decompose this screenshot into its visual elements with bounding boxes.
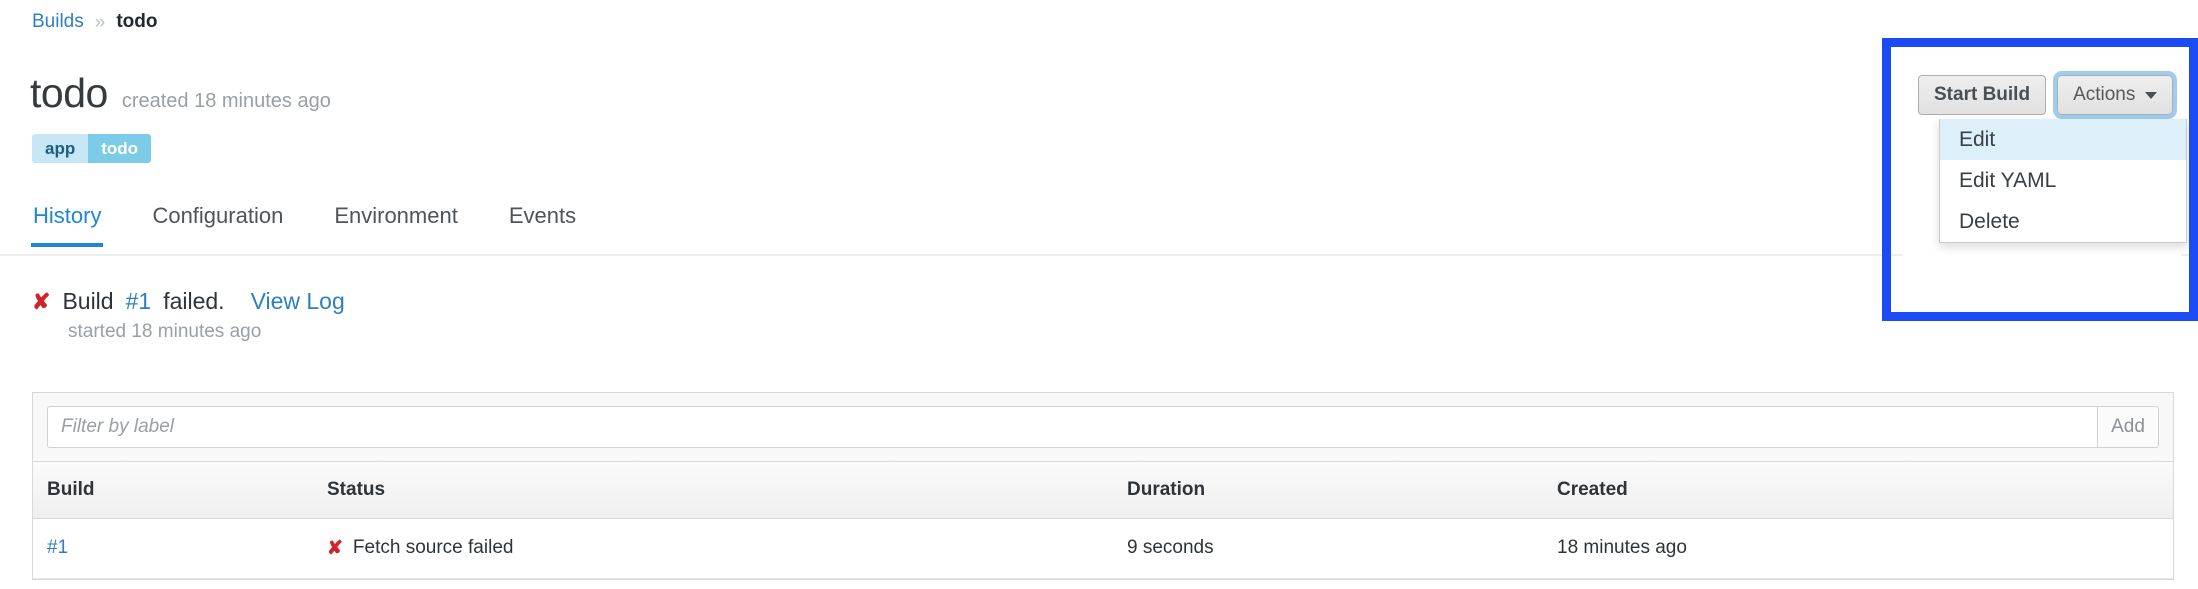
label-badge: app todo	[32, 134, 152, 163]
tab-bar: History Configuration Environment Events	[0, 203, 2198, 256]
tab-configuration[interactable]: Configuration	[150, 203, 285, 247]
build-started-timestamp: started 18 minutes ago	[68, 321, 262, 342]
cell-duration: 9 seconds	[1113, 518, 1543, 579]
x-mark-icon: ✘	[32, 288, 51, 314]
label-badge-key: app	[32, 134, 89, 163]
cell-build: #1	[33, 518, 313, 579]
table-row: #1 ✘ Fetch source failed 9 seconds 18 mi…	[33, 518, 2173, 579]
highlight-annotation-box	[1882, 38, 2198, 321]
tab-environment[interactable]: Environment	[332, 203, 460, 247]
cell-created: 18 minutes ago	[1543, 518, 2173, 579]
add-filter-button[interactable]: Add	[2097, 406, 2159, 448]
page-title-row: todo created 18 minutes ago	[30, 70, 331, 117]
breadcrumb: Builds » todo	[32, 11, 157, 33]
filter-bar: Add	[33, 393, 2173, 462]
page-created-timestamp: created 18 minutes ago	[121, 90, 331, 112]
x-mark-icon: ✘	[327, 537, 343, 559]
builds-panel: Add Build Status Duration Created #1	[32, 392, 2174, 580]
breadcrumb-current-todo: todo	[116, 11, 158, 32]
filter-by-label-input[interactable]	[47, 406, 2097, 448]
column-header-duration[interactable]: Duration	[1113, 462, 1543, 519]
build-status-prefix: Build	[62, 288, 114, 314]
build-status-number-link[interactable]: #1	[126, 288, 152, 315]
label-badge-value: todo	[88, 134, 152, 163]
build-link[interactable]: #1	[47, 537, 68, 558]
build-status-suffix: failed.	[163, 288, 225, 314]
column-header-status[interactable]: Status	[313, 462, 1113, 519]
cell-status: ✘ Fetch source failed	[313, 518, 1113, 579]
view-log-link[interactable]: View Log	[251, 288, 345, 315]
breadcrumb-link-builds[interactable]: Builds	[32, 11, 84, 33]
column-header-build[interactable]: Build	[33, 462, 313, 519]
tab-history[interactable]: History	[31, 203, 104, 247]
tab-events[interactable]: Events	[507, 203, 578, 247]
page-title: todo	[30, 70, 108, 116]
table-header-row: Build Status Duration Created	[33, 462, 2173, 519]
build-status-line: ✘ Build #1 failed. View Log	[32, 288, 345, 315]
breadcrumb-separator-icon: »	[94, 11, 106, 33]
build-status-summary: ✘ Build #1 failed. View Log started 18 m…	[32, 288, 345, 343]
builds-table: Build Status Duration Created #1 ✘ Fetch…	[33, 462, 2173, 579]
column-header-created[interactable]: Created	[1543, 462, 2173, 519]
status-text: Fetch source failed	[352, 537, 514, 558]
page-root: Builds » todo todo created 18 minutes ag…	[0, 0, 2198, 589]
